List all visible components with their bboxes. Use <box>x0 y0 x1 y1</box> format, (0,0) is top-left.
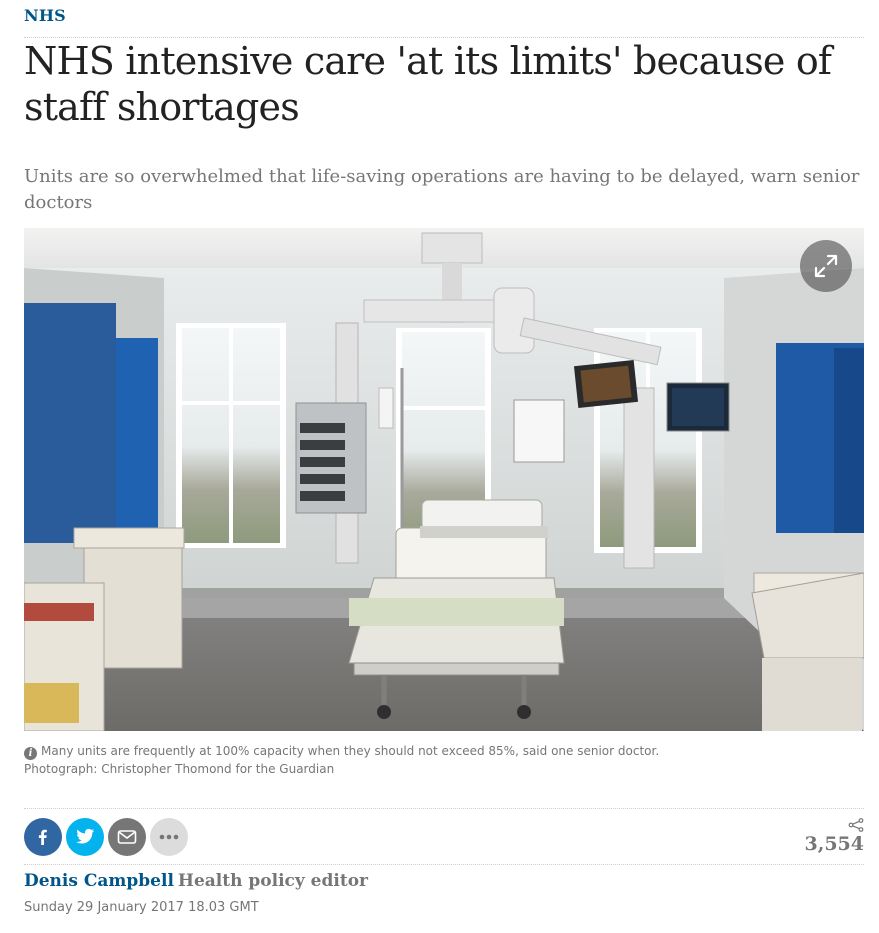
divider <box>24 808 864 809</box>
author-role: Health policy editor <box>177 871 368 891</box>
standfirst: Units are so overwhelmed that life-savin… <box>24 166 860 213</box>
caption-text: Many units are frequently at 100% capaci… <box>41 744 660 758</box>
expand-icon <box>814 254 838 278</box>
hospital-room-image <box>24 228 864 731</box>
photo-caption: i Many units are frequently at 100% capac… <box>24 742 864 778</box>
expand-image-button[interactable] <box>800 240 852 292</box>
info-icon: i <box>24 747 37 760</box>
more-icon <box>159 834 179 840</box>
author-link[interactable]: Denis Campbell <box>24 871 174 891</box>
main-photo <box>24 228 864 731</box>
share-count-value: 3,554 <box>804 833 865 855</box>
share-twitter-button[interactable] <box>66 818 104 856</box>
twitter-icon <box>76 828 95 844</box>
share-facebook-button[interactable] <box>24 818 62 856</box>
more-share-options-button[interactable] <box>150 818 188 856</box>
share-count: 3,554 <box>804 818 865 856</box>
byline: Denis Campbell Health policy editor <box>24 868 368 894</box>
divider <box>24 864 864 865</box>
share-count-icon <box>848 818 864 832</box>
headline: NHS intensive care 'at its limits' becau… <box>24 39 832 129</box>
section-link[interactable]: NHS <box>24 6 66 25</box>
facebook-icon <box>38 829 47 845</box>
photo-credit: Photograph: Christopher Thomond for the … <box>24 762 335 776</box>
share-email-button[interactable] <box>108 818 146 856</box>
share-buttons <box>24 818 188 858</box>
publication-date: Sunday 29 January 2017 18.03 GMT <box>24 900 259 915</box>
email-icon <box>117 830 137 844</box>
